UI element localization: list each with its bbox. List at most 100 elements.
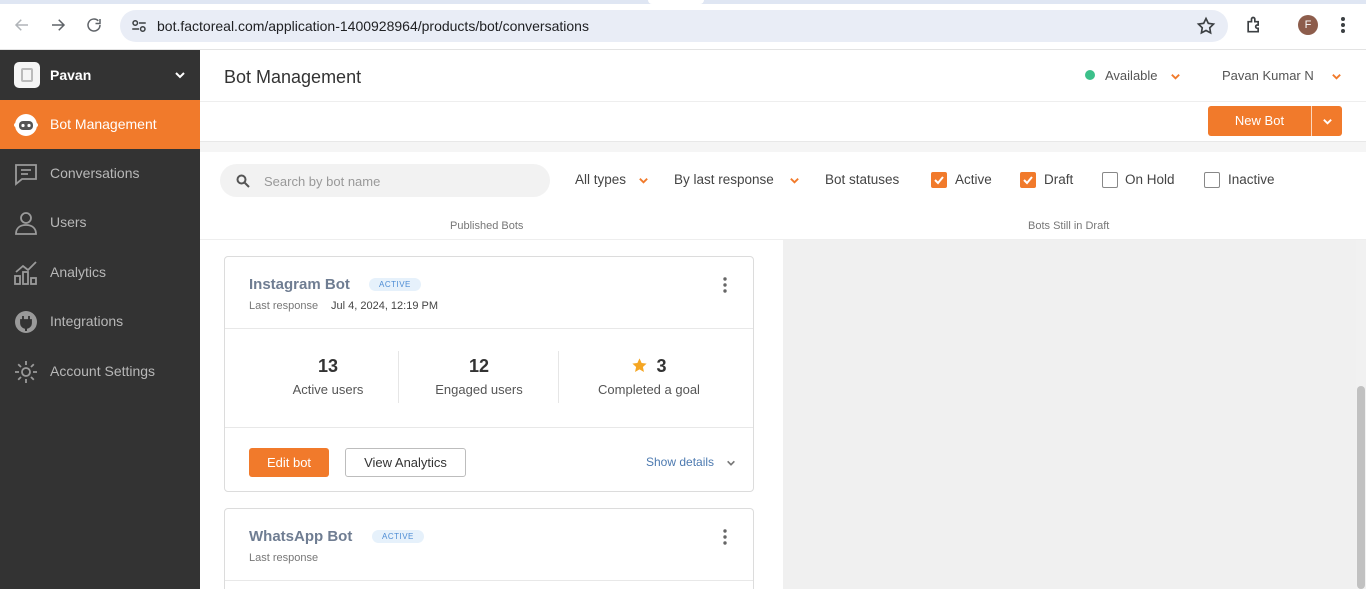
stat-value: 3 bbox=[656, 356, 667, 376]
last-response-label: Last response bbox=[249, 552, 319, 564]
sidebar-item-users[interactable]: Users bbox=[0, 198, 200, 247]
extensions-icon[interactable] bbox=[1244, 15, 1264, 35]
status-on-hold-label[interactable]: On Hold bbox=[1125, 172, 1175, 187]
user-icon bbox=[15, 212, 37, 235]
availability-dropdown[interactable]: Available bbox=[1105, 68, 1158, 83]
chat-icon bbox=[15, 164, 37, 186]
sidebar-item-conversations[interactable]: Conversations bbox=[0, 149, 200, 198]
view-analytics-button[interactable]: View Analytics bbox=[345, 448, 466, 477]
draft-bots-heading: Bots Still in Draft bbox=[1028, 220, 1110, 232]
last-response-label: Last response bbox=[249, 300, 319, 312]
stat-value: 13 bbox=[317, 356, 339, 376]
new-bot-button[interactable]: New Bot bbox=[1208, 106, 1311, 136]
status-draft-checkbox[interactable] bbox=[1020, 172, 1036, 188]
bot-card: Instagram Bot ACTIVE Last response Jul 4… bbox=[224, 256, 754, 492]
status-badge: ACTIVE bbox=[369, 278, 421, 291]
stat-label: Engaged users bbox=[435, 382, 523, 397]
status-on-hold-checkbox[interactable] bbox=[1102, 172, 1118, 188]
bot-name[interactable]: WhatsApp Bot bbox=[249, 528, 352, 545]
sidebar-item-label: Integrations bbox=[50, 313, 124, 329]
bot-statuses-label: Bot statuses bbox=[825, 172, 900, 187]
browser-menu-icon[interactable] bbox=[1336, 15, 1350, 35]
stat-label: Completed a goal bbox=[598, 382, 700, 397]
browser-toolbar: bot.factoreal.com/application-1400928964… bbox=[0, 0, 1366, 50]
bot-name[interactable]: Instagram Bot bbox=[249, 276, 350, 293]
availability-status-dot bbox=[1085, 70, 1095, 80]
gear-icon bbox=[15, 361, 37, 383]
search-input[interactable] bbox=[264, 171, 534, 191]
sidebar-item-label: Account Settings bbox=[50, 363, 156, 379]
sidebar-item-integrations[interactable]: Integrations bbox=[0, 297, 200, 346]
stat-active-users: 13 Active users bbox=[249, 329, 407, 428]
status-active-label[interactable]: Active bbox=[955, 172, 992, 187]
separator-band bbox=[200, 142, 1366, 152]
sidebar: Pavan Bot Management Conversations Users… bbox=[0, 50, 200, 589]
type-filter-dropdown[interactable]: All types bbox=[575, 172, 626, 187]
stat-engaged-users: 12 Engaged users bbox=[399, 329, 559, 428]
chevron-down-icon[interactable] bbox=[638, 175, 649, 186]
search-icon bbox=[236, 174, 250, 188]
url-text[interactable]: bot.factoreal.com/application-1400928964… bbox=[157, 18, 589, 34]
search-box bbox=[220, 164, 550, 197]
workspace-logo-icon bbox=[14, 62, 40, 88]
status-inactive-checkbox[interactable] bbox=[1204, 172, 1220, 188]
workspace-switcher[interactable]: Pavan bbox=[0, 50, 200, 100]
column-headers: Published Bots Bots Still in Draft bbox=[200, 208, 1366, 240]
bot-stats: 13 Active users 12 Engaged users 3 Compl… bbox=[225, 329, 753, 428]
scrollbar[interactable] bbox=[1356, 240, 1366, 589]
published-bots-heading: Published Bots bbox=[450, 220, 524, 232]
sidebar-item-label: Conversations bbox=[50, 165, 140, 181]
bookmark-star-icon[interactable] bbox=[1196, 16, 1216, 36]
toolbar: New Bot bbox=[200, 102, 1366, 142]
new-bot-options-button[interactable] bbox=[1312, 106, 1342, 136]
bot-card-actions: Edit bot View Analytics Show details bbox=[225, 428, 753, 492]
edit-bot-button[interactable]: Edit bot bbox=[249, 448, 329, 477]
stat-label: Active users bbox=[292, 382, 364, 397]
chevron-down-icon[interactable] bbox=[174, 69, 186, 81]
reload-icon[interactable] bbox=[83, 14, 105, 36]
status-active-checkbox[interactable] bbox=[931, 172, 947, 188]
sidebar-item-label: Bot Management bbox=[50, 116, 157, 132]
workspace-name: Pavan bbox=[50, 67, 92, 83]
bot-card: WhatsApp Bot ACTIVE Last response bbox=[224, 508, 754, 589]
sidebar-item-label: Analytics bbox=[50, 264, 107, 280]
plug-icon bbox=[15, 311, 37, 333]
chevron-down-icon bbox=[1322, 118, 1332, 125]
more-options-icon[interactable] bbox=[718, 528, 732, 546]
status-inactive-label[interactable]: Inactive bbox=[1228, 172, 1275, 187]
show-details-label: Show details bbox=[646, 455, 715, 469]
analytics-icon bbox=[14, 261, 37, 285]
chevron-down-icon[interactable] bbox=[1170, 71, 1181, 82]
sidebar-item-bot-management[interactable]: Bot Management bbox=[0, 100, 200, 149]
address-bar[interactable]: bot.factoreal.com/application-1400928964… bbox=[120, 10, 1228, 42]
sidebar-item-account-settings[interactable]: Account Settings bbox=[0, 347, 200, 396]
chevron-down-icon[interactable] bbox=[1331, 71, 1342, 82]
profile-avatar[interactable]: F bbox=[1298, 15, 1318, 35]
status-badge: ACTIVE bbox=[372, 530, 424, 543]
stat-value: 12 bbox=[468, 356, 490, 376]
draft-bots-panel bbox=[783, 240, 1356, 589]
bot-card-header: WhatsApp Bot ACTIVE Last response bbox=[225, 509, 753, 581]
site-settings-icon[interactable] bbox=[130, 17, 148, 35]
bot-card-header: Instagram Bot ACTIVE Last response Jul 4… bbox=[225, 257, 753, 329]
show-details-toggle[interactable]: Show details bbox=[646, 455, 735, 469]
forward-icon[interactable] bbox=[47, 14, 69, 36]
page-header: Bot Management Available Pavan Kumar N bbox=[200, 50, 1366, 102]
stat-value-row: 3 bbox=[559, 356, 739, 377]
sidebar-item-analytics[interactable]: Analytics bbox=[0, 248, 200, 297]
back-icon[interactable] bbox=[11, 14, 33, 36]
scrollbar-thumb[interactable] bbox=[1357, 386, 1365, 589]
tab-strip bbox=[0, 0, 1366, 4]
user-menu[interactable]: Pavan Kumar N bbox=[1222, 68, 1314, 83]
filter-bar: All types By last response Bot statuses … bbox=[200, 152, 1366, 208]
star-icon bbox=[632, 358, 648, 372]
chevron-down-icon bbox=[727, 460, 735, 466]
new-bot-split-button: New Bot bbox=[1208, 106, 1342, 136]
status-draft-label[interactable]: Draft bbox=[1044, 172, 1073, 187]
page-title: Bot Management bbox=[224, 67, 362, 87]
published-bots-panel: Instagram Bot ACTIVE Last response Jul 4… bbox=[200, 240, 783, 589]
bot-icon bbox=[14, 114, 38, 136]
more-options-icon[interactable] bbox=[718, 276, 732, 294]
sort-filter-dropdown[interactable]: By last response bbox=[674, 172, 774, 187]
chevron-down-icon[interactable] bbox=[789, 175, 800, 186]
